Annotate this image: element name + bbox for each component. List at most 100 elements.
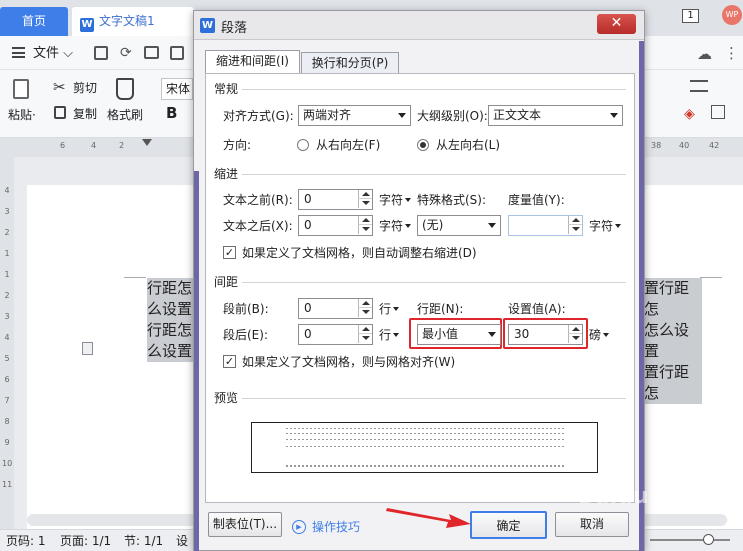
chevron-down-icon xyxy=(398,113,406,118)
align-label: 对齐方式(G): xyxy=(223,109,294,123)
margin-corner xyxy=(700,277,722,278)
special-format-select[interactable]: (无) xyxy=(417,215,501,236)
tab-indent-spacing[interactable]: 缩进和间距(I) xyxy=(205,50,300,74)
spin-up-icon[interactable] xyxy=(568,216,582,225)
space-after-spinner[interactable]: 0 xyxy=(298,324,373,345)
doc-line: 置行距怎 xyxy=(644,362,702,404)
tips-link[interactable]: 操作技巧 xyxy=(312,518,360,536)
setting-value-spinner[interactable]: 30 xyxy=(508,324,583,345)
cancel-button[interactable]: 取消 xyxy=(555,512,629,537)
tab-line-page-breaks[interactable]: 换行和分页(P) xyxy=(301,52,399,74)
preview-box xyxy=(251,422,598,473)
doc-line: 行距怎 xyxy=(147,320,194,341)
copy-button[interactable]: 复制 xyxy=(73,105,97,123)
hamburger-icon[interactable] xyxy=(12,47,25,58)
font-name-box[interactable]: 宋体 xyxy=(161,78,193,100)
spin-down-icon[interactable] xyxy=(358,225,372,234)
style-icon[interactable]: ◈ xyxy=(684,106,695,122)
space-before-label: 段前(B): xyxy=(223,302,269,316)
measure-label: 度量值(Y): xyxy=(508,193,565,207)
space-after-unit[interactable]: 行 xyxy=(379,326,400,344)
close-button[interactable]: ✕ xyxy=(597,14,636,34)
spin-up-icon[interactable] xyxy=(568,325,582,334)
border-icon[interactable] xyxy=(711,105,725,119)
paragraph-dialog: W 段落 ✕ 缩进和间距(I) 换行和分页(P) 常规 对齐方式(G): 两端对… xyxy=(193,10,645,551)
indent-before-unit[interactable]: 字符 xyxy=(379,191,412,209)
ltr-radio[interactable] xyxy=(417,139,429,151)
doc-line: 怎么设置 xyxy=(644,320,702,362)
vertical-ruler-numbers: 4 3 2 1 1 2 3 4 5 6 7 8 9 10 11 xyxy=(2,186,13,489)
format-painter-button[interactable]: 格式刷 xyxy=(107,106,143,124)
annotation-arrow xyxy=(386,508,471,528)
outline-select[interactable]: 正文文本 xyxy=(488,105,623,126)
spin-up-icon[interactable] xyxy=(358,299,372,308)
bold-button[interactable]: B xyxy=(166,104,177,122)
preview-icon[interactable] xyxy=(170,46,184,60)
paste-button[interactable]: 粘贴· xyxy=(8,106,36,124)
spin-up-icon[interactable] xyxy=(358,216,372,225)
dialog-titlebar[interactable]: W 段落 ✕ xyxy=(194,11,644,40)
ruler-number: 2 xyxy=(119,141,125,150)
ok-button[interactable]: 确定 xyxy=(470,511,547,539)
tab-document[interactable]: W 文字文稿1 xyxy=(72,7,194,36)
preview-prev-line xyxy=(286,433,564,434)
save-icon[interactable] xyxy=(94,46,108,60)
spin-down-icon[interactable] xyxy=(358,199,372,208)
tab-home[interactable]: 首页 xyxy=(0,7,68,36)
setting-value-unit[interactable]: 磅 xyxy=(589,326,610,344)
rtl-radio[interactable] xyxy=(297,139,309,151)
line-spacing-select[interactable]: 最小值 xyxy=(417,324,501,345)
preview-prev-line xyxy=(286,446,564,447)
chevron-down-icon xyxy=(405,198,412,202)
avatar[interactable]: WP xyxy=(722,5,742,25)
measure-unit[interactable]: 字符 xyxy=(589,217,622,235)
indent-marker[interactable] xyxy=(142,139,152,146)
tips-icon[interactable]: ▶ xyxy=(292,520,306,534)
dialog-left-accent xyxy=(194,171,199,551)
spin-down-icon[interactable] xyxy=(358,308,372,317)
status-extra: 设 xyxy=(176,534,189,548)
spin-down-icon[interactable] xyxy=(568,334,582,343)
print-icon[interactable] xyxy=(144,46,159,59)
cloud-icon[interactable]: ☁ xyxy=(697,45,712,63)
line-spacing-icon[interactable] xyxy=(690,80,708,92)
tabs-button[interactable]: 制表位(T)... xyxy=(208,512,282,537)
special-format-label: 特殊格式(S): xyxy=(417,193,487,207)
dialog-panel: 常规 对齐方式(G): 两端对齐 大纲级别(O): 正文文本 方向: 从右向左(… xyxy=(205,73,635,503)
spin-down-icon[interactable] xyxy=(358,334,372,343)
cut-button[interactable]: 剪切 xyxy=(73,79,97,97)
spin-up-icon[interactable] xyxy=(358,325,372,334)
ruler-number: 38 xyxy=(651,141,662,150)
snap-grid-checkbox[interactable]: ✓ xyxy=(223,355,236,368)
menu-file[interactable]: 文件 ⌵ xyxy=(33,45,73,63)
paste-icon[interactable] xyxy=(13,79,29,99)
snap-grid-label: 如果定义了文档网格，则与网格对齐(W) xyxy=(242,355,456,369)
top-right-badge[interactable]: 1 xyxy=(682,9,699,23)
measure-spinner[interactable] xyxy=(508,215,583,236)
space-after-label: 段后(E): xyxy=(223,328,268,342)
divider xyxy=(242,398,626,399)
chevron-down-icon xyxy=(488,223,496,228)
preview-prev-line xyxy=(286,439,564,440)
ruler-number: 6 xyxy=(60,141,66,150)
auto-adjust-checkbox[interactable]: ✓ xyxy=(223,246,236,259)
indent-before-spinner[interactable]: 0 xyxy=(298,189,373,210)
align-select[interactable]: 两端对齐 xyxy=(298,105,411,126)
zoom-handle[interactable] xyxy=(703,534,714,545)
export-icon[interactable]: ⟳ xyxy=(120,45,132,61)
more-icon[interactable]: ⋮ xyxy=(724,44,739,62)
spin-down-icon[interactable] xyxy=(568,225,582,234)
space-before-unit[interactable]: 行 xyxy=(379,300,400,318)
paragraph-handle-icon[interactable] xyxy=(82,342,93,355)
zoom-slider[interactable] xyxy=(650,539,730,541)
divider xyxy=(242,282,626,283)
spin-up-icon[interactable] xyxy=(358,190,372,199)
indent-after-unit[interactable]: 字符 xyxy=(379,217,412,235)
scissors-icon: ✂ xyxy=(53,78,66,96)
space-before-spinner[interactable]: 0 xyxy=(298,298,373,319)
ruler-number: 40 xyxy=(679,141,690,150)
doc-text-left: 行距怎 么设置 行距怎 么设置 xyxy=(147,278,194,362)
chevron-down-icon xyxy=(488,332,496,337)
writer-icon: W xyxy=(200,18,215,33)
indent-after-spinner[interactable]: 0 xyxy=(298,215,373,236)
